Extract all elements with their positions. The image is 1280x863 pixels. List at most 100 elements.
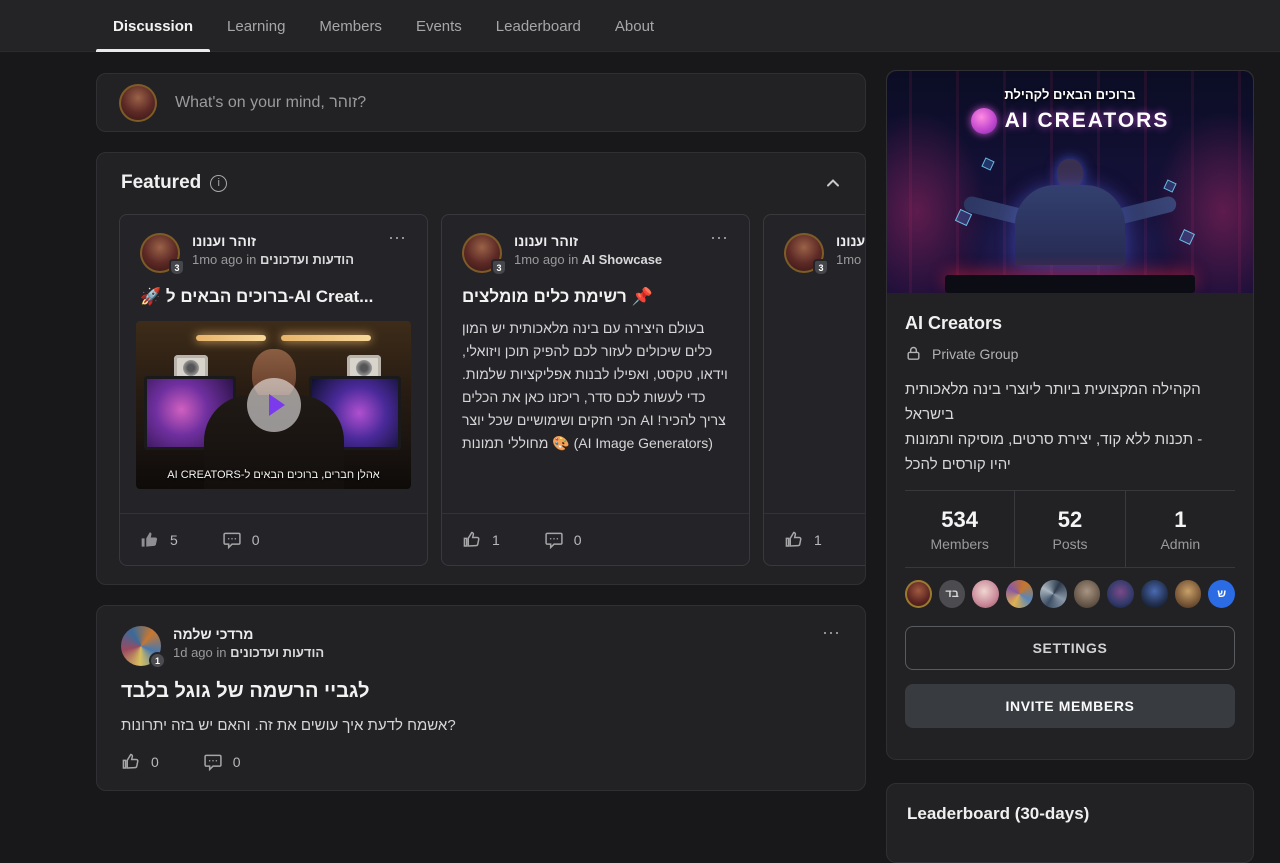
- card-footer: 1 0: [442, 513, 749, 565]
- comment-icon[interactable]: [544, 530, 564, 550]
- member-avatar[interactable]: [1175, 580, 1202, 608]
- tab-about[interactable]: About: [598, 0, 671, 52]
- post-time: 1d ago in: [173, 645, 227, 660]
- tab-label: Discussion: [113, 18, 193, 35]
- avatar[interactable]: 3: [784, 233, 824, 273]
- like-icon[interactable]: [140, 530, 160, 550]
- chevron-up-icon[interactable]: [825, 175, 841, 191]
- video-caption: אהלן חברים, ברוכים הבאים ל-AI CREATORS: [136, 469, 411, 481]
- member-avatar[interactable]: ש: [1208, 580, 1235, 608]
- post-title[interactable]: לגביי הרשמה של גוגל בלבד: [121, 680, 841, 703]
- community-stats: 534 Members 52 Posts 1 Admin: [905, 491, 1235, 567]
- member-avatar[interactable]: [1006, 580, 1033, 608]
- featured-post-card[interactable]: 3 זוהר וענונו 1mo קהילה 📌 ✅ למעלה ? היכנ…: [763, 214, 866, 566]
- author-name[interactable]: זוהר וענונו: [514, 233, 710, 249]
- tab-members[interactable]: Members: [302, 0, 399, 52]
- post-title[interactable]: קהילה 📌: [784, 287, 866, 307]
- community-card: ברוכים הבאים לקהילת AI CREATORS AI Creat…: [886, 70, 1254, 760]
- post-card[interactable]: 1 מרדכי שלמה 1d ago in הודעות ועדכונים ⋯…: [96, 605, 866, 791]
- info-icon[interactable]: i: [210, 175, 227, 192]
- stat-admins[interactable]: 1 Admin: [1125, 491, 1235, 567]
- like-count: 1: [814, 532, 822, 548]
- author-name[interactable]: זוהר וענונו: [836, 233, 866, 249]
- composer-placeholder: What's on your mind, זוהר?: [175, 94, 366, 112]
- post-category[interactable]: הודעות ועדכונים: [230, 645, 324, 660]
- play-icon[interactable]: [247, 378, 301, 432]
- post-category[interactable]: AI Showcase: [582, 252, 662, 267]
- member-avatar[interactable]: בד: [939, 580, 966, 608]
- stat-members[interactable]: 534 Members: [905, 491, 1014, 567]
- community-banner[interactable]: ברוכים הבאים לקהילת AI CREATORS: [887, 71, 1253, 293]
- body-line: לקבל תשובות: [784, 386, 866, 409]
- post-body[interactable]: ✅ למעלה ? היכנס ל עמוד התכנים שיש לקבל ת…: [784, 317, 866, 478]
- tab-label: Learning: [227, 18, 285, 35]
- brain-logo-icon: [971, 108, 997, 134]
- tab-leaderboard[interactable]: Leaderboard: [479, 0, 598, 52]
- lock-icon: [905, 345, 922, 362]
- post-body[interactable]: אשמח לדעת איך עושים את זה. והאם יש בזה י…: [121, 717, 841, 734]
- body-line: ✅ למעלה ?: [784, 317, 866, 340]
- avatar[interactable]: [119, 84, 157, 122]
- level-badge: 3: [491, 259, 507, 276]
- banner-welcome-text: ברוכים הבאים לקהילת: [887, 87, 1253, 102]
- author-name[interactable]: זוהר וענונו: [192, 233, 388, 249]
- banner-figure: [955, 159, 1185, 279]
- avatar[interactable]: 1: [121, 626, 161, 666]
- like-icon[interactable]: [784, 530, 804, 550]
- featured-post-card[interactable]: 3 זוהר וענונו 1mo ago in AI Showcase ⋯ ר…: [441, 214, 750, 566]
- nav-tabs: Discussion Learning Members Events Leade…: [96, 0, 671, 52]
- more-options-icon[interactable]: ⋯: [822, 628, 841, 638]
- post-composer[interactable]: What's on your mind, זוהר?: [96, 73, 866, 132]
- author-name[interactable]: מרדכי שלמה: [173, 626, 841, 642]
- banner-brand-text: AI CREATORS: [1005, 109, 1170, 133]
- tab-events[interactable]: Events: [399, 0, 479, 52]
- tab-learning[interactable]: Learning: [210, 0, 302, 52]
- like-icon[interactable]: [121, 752, 141, 772]
- body-line: היכנס ל עמוד: [784, 340, 866, 363]
- stat-value: 52: [1058, 507, 1082, 533]
- more-options-icon[interactable]: ⋯: [388, 233, 407, 243]
- level-badge: 3: [813, 259, 829, 276]
- like-count: 0: [151, 754, 159, 770]
- featured-title: Featured: [121, 172, 201, 194]
- member-avatar[interactable]: [1107, 580, 1134, 608]
- privacy-label: Private Group: [932, 346, 1018, 362]
- member-avatar[interactable]: [1141, 580, 1168, 608]
- post-body[interactable]: בעולם היצירה עם בינה מלאכותית יש המון כל…: [462, 317, 729, 455]
- comment-count: 0: [574, 532, 582, 548]
- featured-post-card[interactable]: 3 זוהר וענונו 1mo ago in הודעות ועדכונים…: [119, 214, 428, 566]
- avatar[interactable]: 3: [140, 233, 180, 273]
- comment-icon[interactable]: [203, 752, 223, 772]
- tab-label: Leaderboard: [496, 18, 581, 35]
- tab-label: About: [615, 18, 654, 35]
- post-title[interactable]: 🚀 ברוכים הבאים ל-AI Creat...: [140, 287, 407, 307]
- comment-icon[interactable]: [222, 530, 242, 550]
- studio-light: [281, 335, 371, 341]
- more-options-icon[interactable]: ⋯: [710, 233, 729, 243]
- stat-value: 1: [1174, 507, 1186, 533]
- description-line: יהיו קורסים להכל: [905, 452, 1235, 477]
- member-avatar[interactable]: [905, 580, 932, 608]
- like-icon[interactable]: [462, 530, 482, 550]
- featured-carousel: 3 זוהר וענונו 1mo ago in הודעות ועדכונים…: [119, 214, 866, 566]
- featured-header: Featured i: [97, 153, 865, 213]
- member-avatar[interactable]: [1074, 580, 1101, 608]
- description-line: תכנות ללא קוד, יצירת סרטים, מוסיקה ותמונ…: [905, 427, 1235, 452]
- post-category[interactable]: הודעות ועדכונים: [260, 252, 354, 267]
- level-badge: 3: [169, 259, 185, 276]
- avatar[interactable]: 3: [462, 233, 502, 273]
- level-badge: 1: [149, 652, 166, 669]
- comment-count: 0: [252, 532, 260, 548]
- tab-label: Events: [416, 18, 462, 35]
- settings-button[interactable]: SETTINGS: [905, 626, 1235, 670]
- member-avatar[interactable]: [1040, 580, 1067, 608]
- member-avatar[interactable]: [972, 580, 999, 608]
- card-footer: 5 0: [120, 513, 427, 565]
- video-thumbnail[interactable]: אהלן חברים, ברוכים הבאים ל-AI CREATORS: [136, 321, 411, 489]
- tab-discussion[interactable]: Discussion: [96, 0, 210, 52]
- post-title[interactable]: רשימת כלים מומלצים 📌: [462, 287, 729, 307]
- invite-members-button[interactable]: INVITE MEMBERS: [905, 684, 1235, 728]
- community-description: הקהילה המקצועית ביותר ליוצרי בינה מלאכות…: [905, 377, 1235, 477]
- body-line: דרך התפריט: [784, 455, 866, 478]
- stat-posts[interactable]: 52 Posts: [1014, 491, 1124, 567]
